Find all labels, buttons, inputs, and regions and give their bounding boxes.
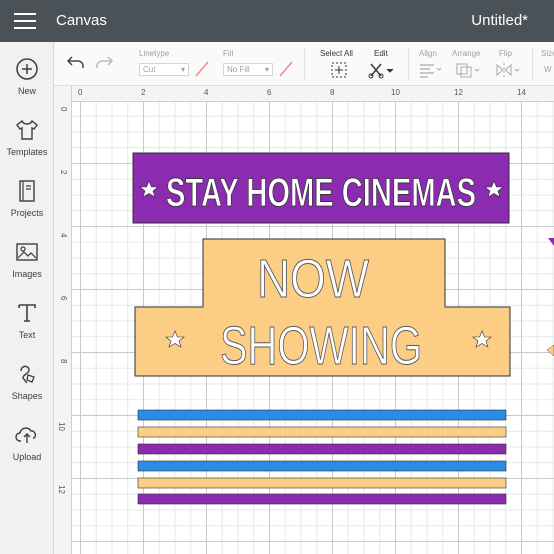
sign-line-showing[interactable]: SHOWING: [220, 316, 423, 377]
design-artwork[interactable]: STAY HOME CINEMAS NOW SHOWING: [0, 0, 554, 554]
stripe-purple[interactable]: [137, 443, 507, 455]
stripe-orange[interactable]: [137, 426, 507, 438]
stripe-purple[interactable]: [137, 493, 507, 505]
sign-line-now[interactable]: NOW: [257, 249, 370, 310]
banner-title[interactable]: STAY HOME CINEMAS: [166, 171, 477, 216]
stripe-orange[interactable]: [137, 477, 507, 489]
offscreen-object-orange[interactable]: [546, 344, 554, 357]
stripe-blue[interactable]: [137, 409, 507, 421]
offscreen-object-purple[interactable]: [548, 238, 554, 246]
stripe-blue[interactable]: [137, 460, 507, 472]
